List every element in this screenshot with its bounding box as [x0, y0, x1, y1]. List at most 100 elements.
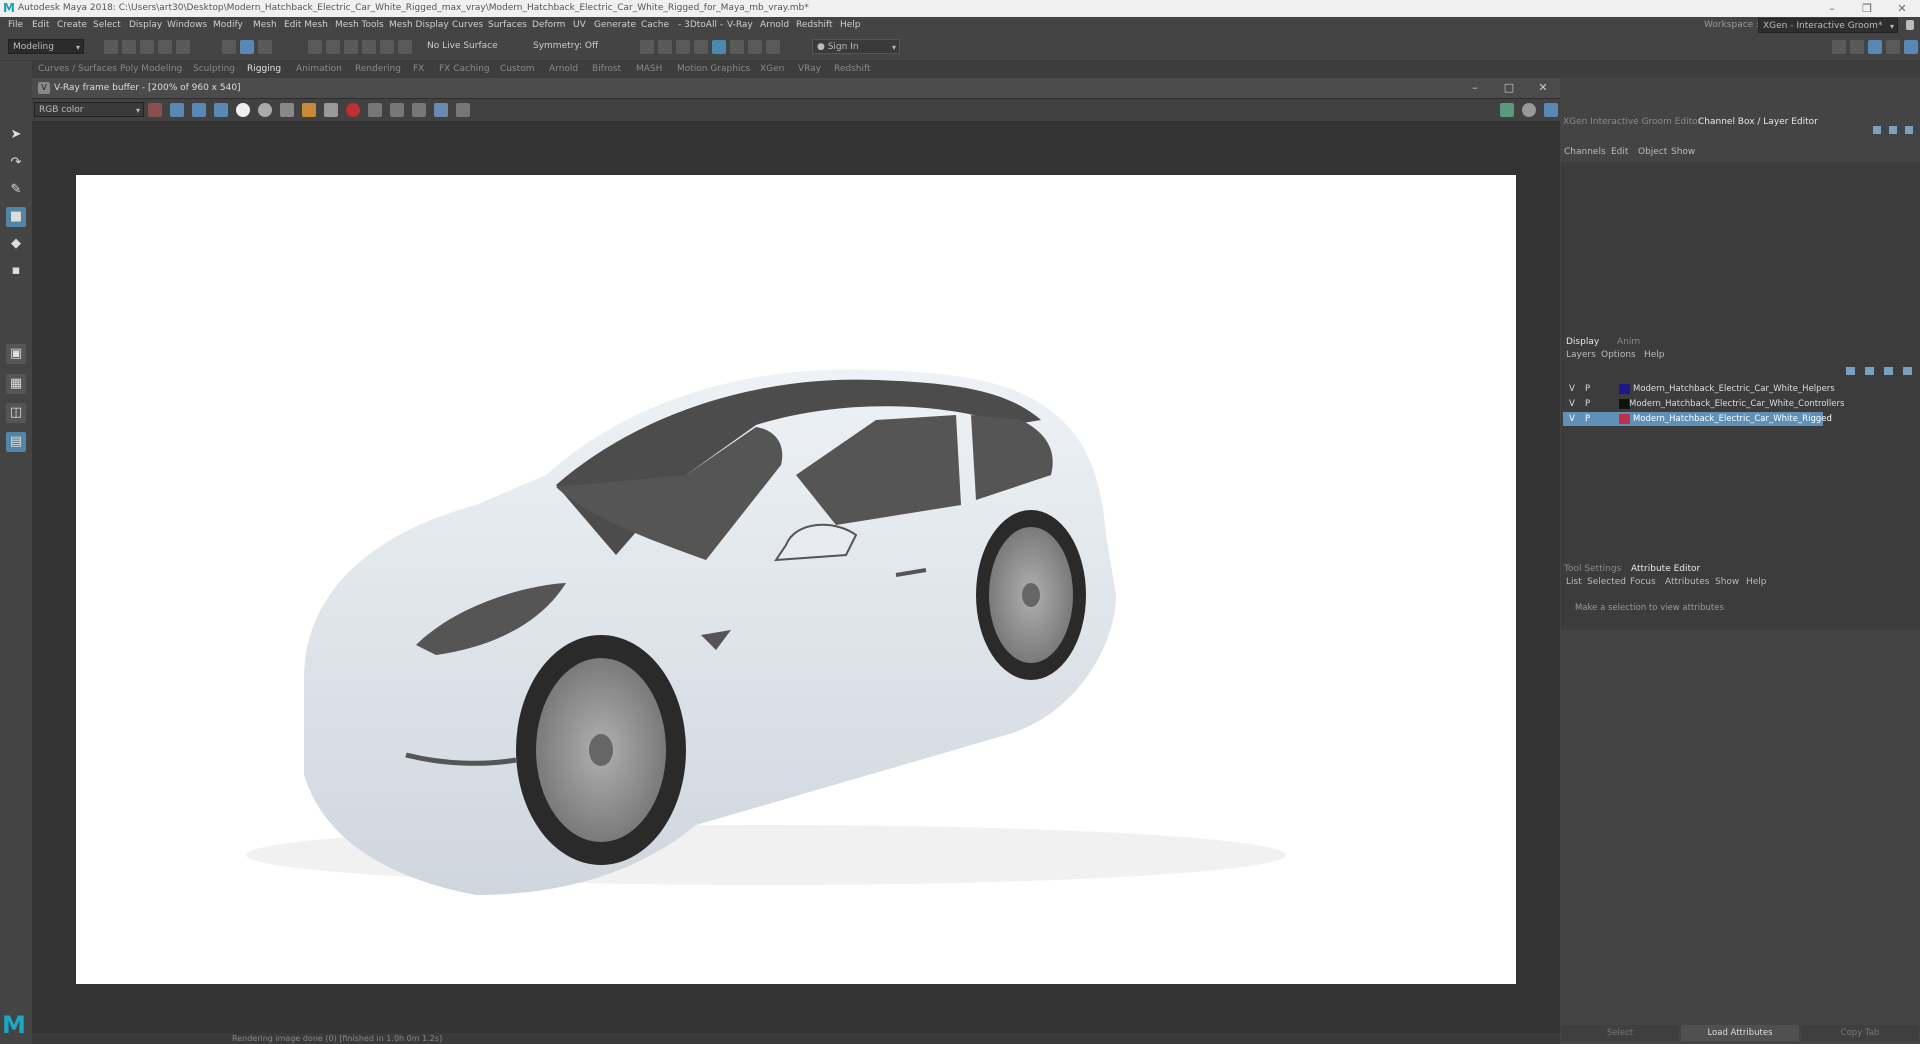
attr-list-menu[interactable]: List — [1566, 574, 1582, 590]
save-scene-icon[interactable] — [140, 40, 154, 54]
shelf-tab-fx-caching[interactable]: FX Caching — [439, 61, 490, 78]
undo-icon[interactable] — [158, 40, 172, 54]
menu-mesh-tools[interactable]: Mesh Tools — [335, 17, 384, 34]
channel-icon-1[interactable] — [1873, 126, 1881, 134]
shelf-tab-sculpting[interactable]: Sculpting — [193, 61, 235, 78]
symmetry-label[interactable]: Symmetry: Off — [533, 39, 598, 54]
mono-channel-icon[interactable] — [258, 103, 272, 117]
sign-in-dropdown[interactable]: ● Sign In ▾ — [812, 39, 900, 54]
menu-file[interactable]: File — [8, 17, 23, 34]
history-icon[interactable] — [434, 103, 448, 117]
shelf-tab-xgen[interactable]: XGen — [760, 61, 784, 78]
menu-mesh-display[interactable]: Mesh Display — [389, 17, 449, 34]
track-mouse-icon[interactable] — [390, 103, 404, 117]
outliner-view-icon[interactable]: ▤ — [6, 432, 26, 452]
select-tool-icon[interactable]: ➤ — [6, 125, 26, 145]
channels-menu[interactable]: Channels — [1564, 144, 1606, 160]
minimize-icon[interactable]: – — [1817, 0, 1847, 17]
menu-select[interactable]: Select — [93, 17, 121, 34]
menu-help[interactable]: Help — [840, 17, 861, 34]
layer-move-down-icon[interactable] — [1865, 367, 1874, 375]
menu-vray[interactable]: V-Ray — [727, 17, 753, 34]
lens-effects-icon[interactable] — [456, 103, 470, 117]
rgb-channel-icon[interactable] — [148, 103, 162, 117]
snap-grid-icon[interactable] — [308, 40, 322, 54]
workspace-dropdown[interactable]: XGen - Interactive Groom* ▾ — [1758, 18, 1898, 33]
layer-playback-toggle[interactable]: P — [1585, 397, 1590, 411]
layer-color-swatch[interactable] — [1619, 414, 1630, 424]
attr-selected-menu[interactable]: Selected — [1587, 574, 1626, 590]
shelf-tab-rendering[interactable]: Rendering — [355, 61, 401, 78]
open-scene-icon[interactable] — [122, 40, 136, 54]
shelf-tab-poly-modeling[interactable]: Poly Modeling — [120, 61, 182, 78]
layout-icon-5[interactable] — [1904, 40, 1918, 54]
render-settings-icon[interactable] — [676, 40, 690, 54]
load-attributes-button[interactable]: Load Attributes — [1681, 1025, 1799, 1041]
layers-help-menu[interactable]: Help — [1644, 347, 1665, 363]
channels-show-menu[interactable]: Show — [1671, 144, 1695, 160]
menu-create[interactable]: Create — [57, 17, 87, 34]
shelf-tab-animation[interactable]: Animation — [296, 61, 342, 78]
menu-generate[interactable]: Generate — [594, 17, 636, 34]
channels-object-menu[interactable]: Object — [1638, 144, 1667, 160]
layer-move-up-icon[interactable] — [1846, 367, 1855, 375]
select-hierarchy-icon[interactable] — [222, 40, 236, 54]
menu-set-dropdown[interactable]: Modeling ▾ — [8, 39, 84, 54]
shelf-tab-custom[interactable]: Custom — [500, 61, 534, 78]
menu-windows[interactable]: Windows — [167, 17, 207, 34]
layer-visibility-toggle[interactable]: V — [1569, 412, 1575, 426]
two-view-icon[interactable]: ◫ — [6, 403, 26, 423]
four-view-icon[interactable]: ▦ — [6, 374, 26, 394]
shelf-tab-fx[interactable]: FX — [413, 61, 424, 78]
live-surface-label[interactable]: No Live Surface — [427, 39, 498, 54]
redo-icon[interactable] — [176, 40, 190, 54]
attr-attributes-menu[interactable]: Attributes — [1665, 574, 1709, 590]
move-tool-icon[interactable]: ■ — [6, 207, 26, 227]
red-channel-icon[interactable] — [170, 103, 184, 117]
render-current-icon[interactable] — [640, 40, 654, 54]
menu-3dtoall[interactable]: - 3DtoAll - — [678, 17, 723, 34]
tab-channel-box[interactable]: Channel Box / Layer Editor — [1698, 114, 1818, 130]
copy-tab-button[interactable]: Copy Tab — [1801, 1025, 1919, 1041]
save-image-icon[interactable] — [280, 103, 294, 117]
channel-dropdown[interactable]: RGB color ▾ — [34, 102, 144, 117]
alpha-channel-icon[interactable] — [236, 103, 250, 117]
vray-ipr-icon[interactable] — [730, 40, 744, 54]
attr-show-menu[interactable]: Show — [1715, 574, 1739, 590]
shelf-tab-curves-surfaces[interactable]: Curves / Surfaces — [38, 61, 117, 78]
shelf-tab-motion-graphics[interactable]: Motion Graphics — [677, 61, 750, 78]
menu-arnold[interactable]: Arnold — [760, 17, 789, 34]
render-icon[interactable] — [1500, 103, 1514, 117]
menu-edit-mesh[interactable]: Edit Mesh — [284, 17, 328, 34]
select-object-icon[interactable] — [240, 40, 254, 54]
snap-live-icon[interactable] — [398, 40, 412, 54]
new-scene-icon[interactable] — [104, 40, 118, 54]
render-canvas[interactable] — [76, 175, 1516, 984]
snap-plane-icon[interactable] — [362, 40, 376, 54]
menu-mesh[interactable]: Mesh — [253, 17, 277, 34]
menu-surfaces[interactable]: Surfaces — [488, 17, 527, 34]
load-image-icon[interactable] — [302, 103, 316, 117]
select-button[interactable]: Select — [1561, 1025, 1679, 1041]
layers-menu[interactable]: Layers — [1566, 347, 1596, 363]
snap-point-icon[interactable] — [344, 40, 358, 54]
layer-row[interactable]: V P Modern_Hatchback_Electric_Car_White_… — [1563, 382, 1918, 396]
vfb-minimize-icon[interactable]: – — [1460, 78, 1490, 98]
new-layer-icon[interactable] — [1884, 367, 1893, 375]
shelf-tab-bifrost[interactable]: Bifrost — [592, 61, 621, 78]
menu-modify[interactable]: Modify — [213, 17, 243, 34]
shelf-tab-arnold[interactable]: Arnold — [549, 61, 578, 78]
new-layer-selected-icon[interactable] — [1903, 367, 1912, 375]
rotate-tool-icon[interactable]: ◆ — [6, 234, 26, 254]
menu-deform[interactable]: Deform — [532, 17, 565, 34]
vray-render-icon[interactable] — [712, 40, 726, 54]
paint-select-icon[interactable]: ✎ — [6, 180, 26, 200]
menu-cache[interactable]: Cache — [641, 17, 669, 34]
menu-curves[interactable]: Curves — [452, 17, 483, 34]
vfb-close-icon[interactable]: ✕ — [1528, 78, 1558, 98]
menu-display[interactable]: Display — [129, 17, 162, 34]
hypershade-icon[interactable] — [694, 40, 708, 54]
select-component-icon[interactable] — [258, 40, 272, 54]
region-render-icon[interactable] — [368, 103, 382, 117]
blue-channel-icon[interactable] — [214, 103, 228, 117]
